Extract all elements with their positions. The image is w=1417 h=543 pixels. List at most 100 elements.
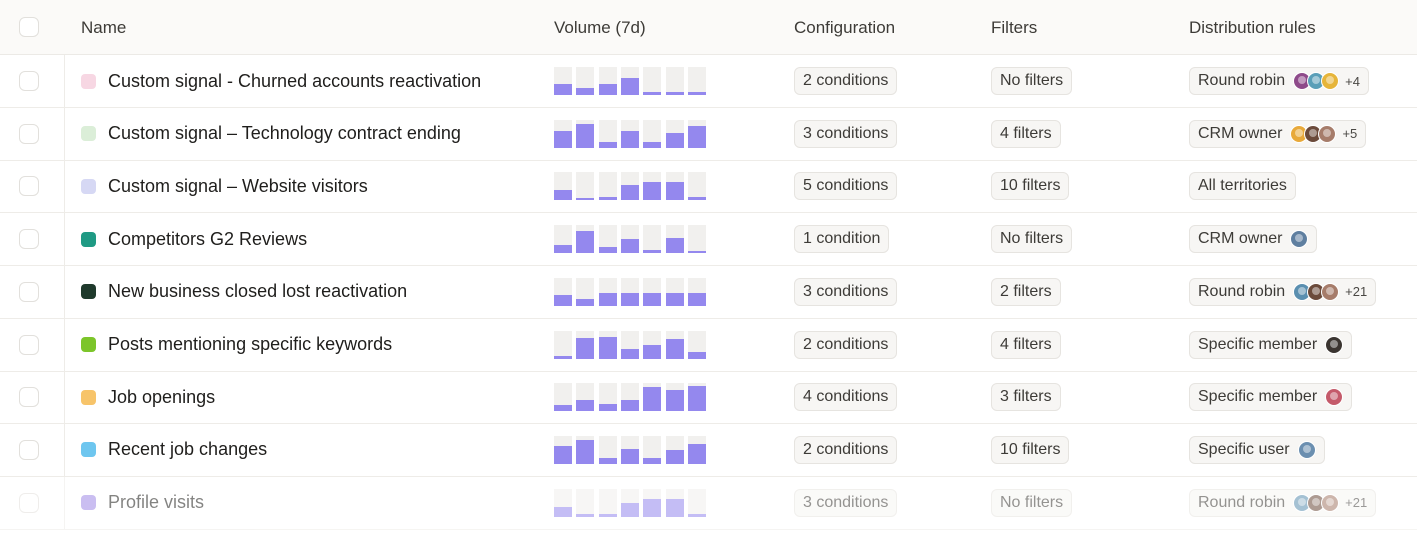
filters-badge[interactable]: No filters — [991, 488, 1073, 517]
table-row[interactable]: Competitors G2 Reviews 1 condition No filt… — [0, 213, 1417, 267]
configuration-badge[interactable]: 4 conditions — [794, 383, 898, 412]
filters-badge[interactable]: 2 filters — [991, 277, 1061, 306]
distribution-badge[interactable]: Specific user — [1189, 435, 1325, 464]
volume-bar — [665, 238, 684, 254]
distribution-badge[interactable]: Round robin +21 — [1189, 277, 1377, 306]
header-volume[interactable]: Volume (7d) — [554, 0, 646, 55]
volume-bar — [643, 498, 662, 517]
configuration-badge[interactable]: 3 conditions — [794, 119, 898, 148]
filters-cell: No filters — [991, 213, 1171, 265]
avatar-group — [1297, 440, 1316, 459]
volume-bar — [554, 355, 572, 359]
volume-cell — [554, 266, 714, 318]
signal-name[interactable]: Custom signal – Website visitors — [108, 176, 368, 197]
signal-name[interactable]: Custom signal – Technology contract endi… — [108, 123, 461, 144]
signal-name-cell[interactable]: New business closed lost reactivation — [81, 266, 541, 318]
distribution-badge[interactable]: Round robin +4 — [1189, 67, 1369, 95]
configuration-cell: 2 conditions — [794, 319, 974, 371]
row-checkbox[interactable] — [19, 71, 39, 91]
volume-bar — [576, 337, 595, 359]
volume-bar — [598, 292, 617, 306]
table-row[interactable]: New business closed lost reactivation 3 c… — [0, 265, 1417, 319]
distribution-badge[interactable]: Round robin +21 — [1189, 488, 1377, 517]
filters-badge[interactable]: No filters — [991, 225, 1073, 254]
filters-badge[interactable]: 10 filters — [991, 435, 1070, 464]
header-name[interactable]: Name — [81, 0, 126, 55]
table-row[interactable]: Custom signal - Churned accounts reactiv… — [0, 55, 1417, 108]
configuration-badge[interactable]: 2 conditions — [794, 435, 898, 464]
table-row[interactable]: Profile visits 3 conditions No filters Roun… — [0, 476, 1417, 530]
volume-bar-slot — [598, 172, 617, 201]
table-row[interactable]: Custom signal – Technology contract endi… — [0, 107, 1417, 161]
row-checkbox[interactable] — [19, 123, 39, 144]
row-checkbox[interactable] — [19, 281, 39, 302]
filters-badge[interactable]: No filters — [991, 67, 1073, 95]
signal-name-cell[interactable]: Profile visits — [81, 477, 541, 529]
signal-name[interactable]: Competitors G2 Reviews — [108, 229, 307, 250]
volume-sparkline — [554, 277, 708, 306]
volume-bar-slot — [687, 330, 706, 359]
signal-name-cell[interactable]: Competitors G2 Reviews — [81, 213, 541, 265]
distribution-badge[interactable]: Specific member — [1189, 383, 1353, 412]
distribution-badge[interactable]: Specific member — [1189, 330, 1353, 359]
distribution-badge[interactable]: CRM owner — [1189, 225, 1318, 254]
signal-name-cell[interactable]: Custom signal - Churned accounts reactiv… — [81, 55, 541, 107]
signal-name[interactable]: Profile visits — [108, 492, 204, 513]
configuration-badge[interactable]: 3 conditions — [794, 488, 898, 517]
signal-name[interactable]: Recent job changes — [108, 439, 267, 460]
more-members-count: +21 — [1345, 284, 1368, 300]
volume-bar — [576, 513, 595, 517]
avatar-group — [1293, 72, 1340, 90]
row-checkbox[interactable] — [19, 176, 39, 197]
configuration-badge[interactable]: 2 conditions — [794, 67, 898, 95]
table-row[interactable]: Job openings 4 conditions 3 filters Specifi… — [0, 371, 1417, 425]
row-checkbox[interactable] — [19, 439, 39, 460]
header-distribution-rules[interactable]: Distribution rules — [1189, 0, 1316, 55]
filters-badge[interactable]: 4 filters — [991, 119, 1061, 148]
header-filters[interactable]: Filters — [991, 0, 1037, 55]
select-all-checkbox[interactable] — [19, 17, 39, 37]
volume-bar — [576, 198, 595, 201]
table-row[interactable]: Recent job changes 2 conditions 10 filters… — [0, 423, 1417, 477]
volume-sparkline — [554, 435, 708, 464]
distribution-badge[interactable]: CRM owner +5 — [1189, 119, 1367, 148]
volume-bar-slot — [665, 330, 684, 359]
signal-name[interactable]: Posts mentioning specific keywords — [108, 334, 392, 355]
volume-bar-slot — [687, 67, 706, 95]
volume-cell — [554, 108, 714, 160]
filters-badge[interactable]: 3 filters — [991, 383, 1061, 412]
signal-name[interactable]: New business closed lost reactivation — [108, 281, 407, 302]
signal-name-cell[interactable]: Custom signal – Technology contract endi… — [81, 108, 541, 160]
volume-bar — [665, 338, 684, 359]
signal-name-cell[interactable]: Job openings — [81, 371, 541, 423]
configuration-badge[interactable]: 5 conditions — [794, 172, 898, 201]
distribution-badge[interactable]: All territories — [1189, 172, 1296, 201]
filters-badge[interactable]: 10 filters — [991, 172, 1070, 201]
header-configuration[interactable]: Configuration — [794, 0, 895, 55]
volume-bar-slot — [620, 119, 639, 148]
volume-bar-slot — [665, 277, 684, 306]
signal-name[interactable]: Custom signal - Churned accounts reactiv… — [108, 71, 481, 92]
configuration-badge[interactable]: 2 conditions — [794, 330, 898, 359]
configuration-cell: 3 conditions — [794, 108, 974, 160]
volume-bar — [665, 449, 684, 464]
signal-name-cell[interactable]: Recent job changes — [81, 424, 541, 476]
signal-name-cell[interactable]: Custom signal – Website visitors — [81, 160, 541, 212]
volume-bar — [620, 292, 639, 306]
signal-color-dot — [81, 284, 96, 300]
signal-name[interactable]: Job openings — [108, 387, 215, 408]
configuration-badge[interactable]: 3 conditions — [794, 277, 898, 306]
filters-badge[interactable]: 4 filters — [991, 330, 1061, 359]
volume-bar-slot — [576, 277, 595, 306]
volume-bar-slot — [554, 488, 572, 517]
volume-bar — [576, 123, 595, 148]
table-row[interactable]: Custom signal – Website visitors 5 condit… — [0, 160, 1417, 214]
row-checkbox[interactable] — [19, 492, 39, 513]
row-checkbox[interactable] — [19, 334, 39, 355]
row-checkbox[interactable] — [19, 229, 39, 250]
row-checkbox[interactable] — [19, 387, 39, 408]
volume-cell — [554, 477, 714, 529]
configuration-badge[interactable]: 1 condition — [794, 225, 890, 254]
table-row[interactable]: Posts mentioning specific keywords 2 cond… — [0, 318, 1417, 372]
signal-name-cell[interactable]: Posts mentioning specific keywords — [81, 319, 541, 371]
